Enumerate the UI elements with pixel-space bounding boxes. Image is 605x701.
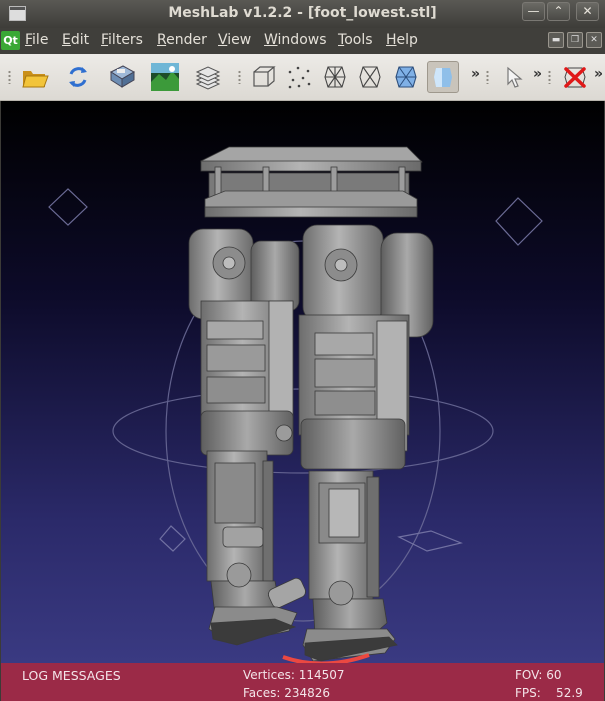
- menu-mnemonic: F: [101, 32, 109, 48]
- mdi-restore-button[interactable]: ❒: [567, 32, 583, 48]
- reload-icon[interactable]: [63, 62, 93, 92]
- menu-label: indows: [277, 32, 327, 48]
- menu-mnemonic: F: [25, 32, 33, 48]
- minimize-button[interactable]: —: [522, 2, 545, 21]
- menu-mnemonic: V: [218, 32, 228, 48]
- menu-label: ender: [166, 32, 207, 48]
- menu-mnemonic: H: [386, 32, 397, 48]
- maximize-button[interactable]: ⌃: [547, 2, 570, 21]
- toolbar-grip[interactable]: [8, 70, 11, 84]
- title-bar[interactable]: MeshLab v1.2.2 - [foot_lowest.stl] — ⌃ ✕: [0, 0, 605, 28]
- menu-label: iew: [227, 32, 252, 48]
- menu-bar: Qt File Edit Filters Render View Windows…: [0, 28, 605, 54]
- window-title: MeshLab v1.2.2 - [foot_lowest.stl]: [168, 5, 437, 21]
- 3d-viewport[interactable]: [1, 101, 604, 663]
- menu-view[interactable]: View: [218, 32, 251, 48]
- open-folder-icon[interactable]: [20, 62, 50, 92]
- select-icon[interactable]: [498, 62, 528, 92]
- fps-value: FPS: 52.9: [515, 686, 583, 700]
- log-messages-label[interactable]: LOG MESSAGES: [22, 668, 121, 683]
- menu-render[interactable]: Render: [157, 32, 207, 48]
- top-plate: [200, 146, 423, 218]
- toolbar-grip[interactable]: [486, 70, 489, 84]
- menu-mnemonic: E: [62, 32, 71, 48]
- smooth-icon[interactable]: [427, 61, 459, 93]
- menu-filters[interactable]: Filters: [101, 32, 143, 48]
- toolbar-overflow-chevron[interactable]: »: [533, 66, 542, 82]
- vertices-count: Vertices: 114507: [243, 668, 345, 682]
- qt-logo-icon: Qt: [1, 31, 20, 50]
- mdi-close-button[interactable]: ✕: [586, 32, 602, 48]
- menu-file[interactable]: File: [25, 32, 48, 48]
- snapshot-icon[interactable]: [150, 62, 180, 92]
- menu-label: ools: [344, 32, 373, 48]
- toolbar-overflow-chevron[interactable]: »: [594, 66, 603, 82]
- menu-help[interactable]: Help: [386, 32, 418, 48]
- fov-value: FOV: 60: [515, 668, 562, 682]
- toolbar-grip[interactable]: [238, 70, 241, 84]
- delete-icon[interactable]: [560, 62, 590, 92]
- wireframe-icon[interactable]: [320, 62, 350, 92]
- menu-mnemonic: W: [264, 32, 278, 48]
- menu-label: ile: [32, 32, 49, 48]
- mesh-render: [48, 146, 543, 663]
- meshlab-window: MeshLab v1.2.2 - [foot_lowest.stl] — ⌃ ✕…: [0, 0, 605, 701]
- main-toolbar: » » »: [0, 54, 605, 101]
- right-leg: [298, 224, 434, 662]
- toolbar-overflow-chevron[interactable]: »: [471, 66, 480, 82]
- status-bar: LOG MESSAGES Vertices: 114507 Faces: 234…: [1, 663, 604, 701]
- hidden-lines-icon[interactable]: [355, 62, 385, 92]
- menu-edit[interactable]: Edit: [62, 32, 89, 48]
- menu-mnemonic: R: [157, 32, 167, 48]
- save-icon[interactable]: [107, 62, 137, 92]
- close-button[interactable]: ✕: [576, 2, 599, 21]
- faces-count: Faces: 234826: [243, 686, 331, 700]
- mdi-minimize-button[interactable]: ▬: [548, 32, 564, 48]
- menu-label: dit: [70, 32, 90, 48]
- toolbar-grip[interactable]: [548, 70, 551, 84]
- menu-tools[interactable]: Tools: [338, 32, 373, 48]
- menu-label: elp: [396, 32, 418, 48]
- left-leg: [188, 228, 306, 646]
- menu-label: ilters: [108, 32, 143, 48]
- menu-windows[interactable]: Windows: [264, 32, 327, 48]
- bbox-icon[interactable]: [249, 62, 279, 92]
- flat-lines-icon[interactable]: [391, 62, 421, 92]
- points-icon[interactable]: [284, 62, 314, 92]
- layers-icon[interactable]: [193, 62, 223, 92]
